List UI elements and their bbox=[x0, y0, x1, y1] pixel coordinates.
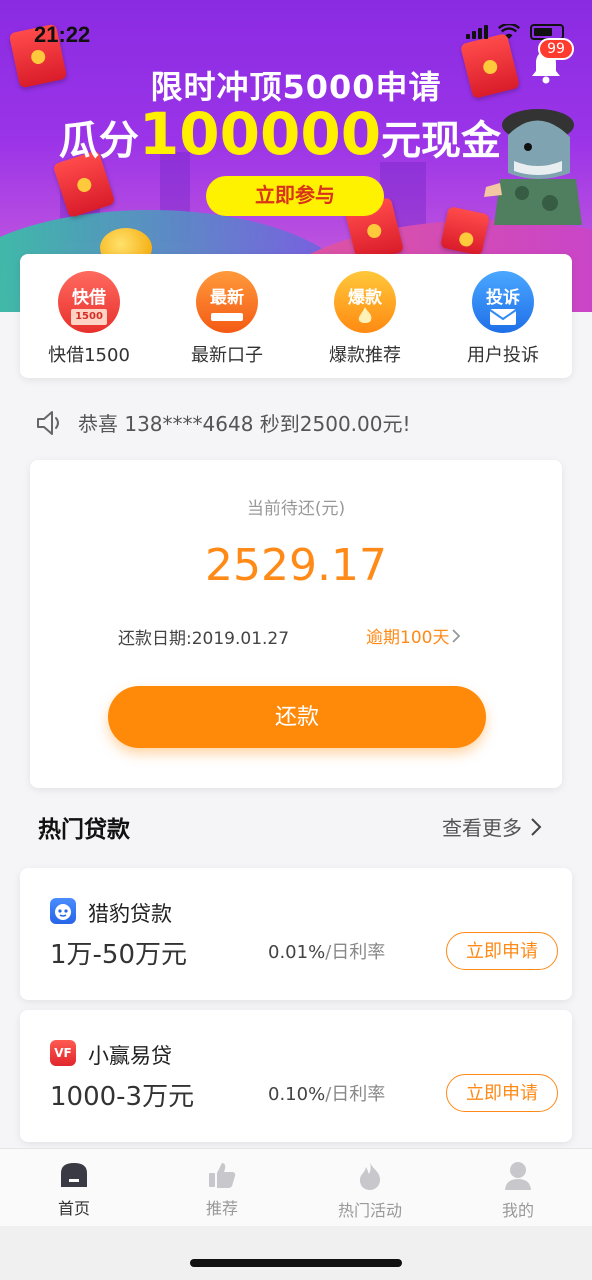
tab-home[interactable]: 首页 bbox=[0, 1149, 148, 1226]
banner-prefix: 瓜分 bbox=[58, 118, 139, 164]
banner-amount: 100000 bbox=[138, 100, 382, 168]
signal-icon bbox=[466, 25, 488, 39]
overdue-link[interactable]: 逾期100天 bbox=[366, 623, 461, 648]
tab-label: 热门活动 bbox=[337, 1201, 402, 1220]
tab-profile[interactable]: 我的 bbox=[444, 1149, 592, 1226]
tab-label: 我的 bbox=[501, 1201, 534, 1220]
loan-rate-value: 0.01% bbox=[268, 942, 326, 963]
loan-card[interactable]: VF 小赢易贷 1000-3万元 0.10%/日利率 立即申请 bbox=[20, 1010, 572, 1142]
notice-text: 恭喜 138****4648 秒到2500.00元! bbox=[78, 412, 411, 436]
loan-rate-value: 0.10% bbox=[268, 1084, 326, 1105]
loan-name: 小赢易贷 bbox=[88, 1044, 172, 1068]
loan-range: 1万-50万元 bbox=[50, 940, 188, 970]
repayment-date: 还款日期:2019.01.27 bbox=[118, 629, 290, 649]
home-icon bbox=[61, 1163, 87, 1187]
chevron-right-icon bbox=[452, 628, 461, 643]
repay-button[interactable]: 还款 bbox=[108, 686, 486, 748]
tab-hot-events[interactable]: 热门活动 bbox=[296, 1149, 444, 1226]
home-indicator[interactable] bbox=[190, 1259, 402, 1267]
home-indicator-area bbox=[0, 1226, 592, 1280]
apply-now-button[interactable]: 立即申请 bbox=[446, 932, 558, 970]
speaker-icon bbox=[37, 410, 59, 435]
quick-item-label: 最新口子 bbox=[191, 345, 263, 366]
status-time: 21:22 bbox=[34, 22, 91, 47]
tab-recommend[interactable]: 推荐 bbox=[148, 1149, 296, 1226]
loan-range: 1000-3万元 bbox=[50, 1082, 195, 1112]
repayment-card: 当前待还(元) 2529.17 还款日期:2019.01.27 逾期100天 还… bbox=[30, 460, 562, 788]
wifi-icon bbox=[498, 24, 520, 39]
hot-fire-icon: 爆款 bbox=[334, 271, 396, 333]
loan-rate: 0.01%/日利率 bbox=[268, 938, 385, 964]
quick-item-kuaijie[interactable]: 快借 1500 快借1500 bbox=[24, 271, 154, 367]
chevron-right-icon bbox=[531, 817, 542, 836]
quick-item-label: 用户投诉 bbox=[467, 345, 539, 366]
flame-icon bbox=[360, 1162, 381, 1190]
cheetah-logo-icon bbox=[50, 898, 76, 924]
view-more-link[interactable]: 查看更多 bbox=[442, 812, 542, 841]
quick-item-baokuan[interactable]: 爆款 爆款推荐 bbox=[300, 271, 430, 367]
apply-now-button[interactable]: 立即申请 bbox=[446, 1074, 558, 1112]
overdue-text: 逾期100天 bbox=[366, 628, 450, 648]
pending-repayment-amount: 2529.17 bbox=[205, 540, 387, 591]
new-tray-icon: 最新 bbox=[196, 271, 258, 333]
section-title: 热门贷款 bbox=[38, 817, 130, 843]
loan-card[interactable]: 猎豹贷款 1万-50万元 0.01%/日利率 立即申请 bbox=[20, 868, 572, 1000]
user-icon bbox=[505, 1162, 531, 1190]
tab-bar: 首页 推荐 热门活动 我的 bbox=[0, 1148, 592, 1226]
tab-label: 首页 bbox=[57, 1199, 90, 1218]
quick-item-tousu[interactable]: 投诉 用户投诉 bbox=[438, 271, 568, 367]
quick-item-zuixin[interactable]: 最新 最新口子 bbox=[162, 271, 292, 367]
quick-item-label: 快借1500 bbox=[48, 345, 130, 366]
loan-rate: 0.10%/日利率 bbox=[268, 1080, 385, 1106]
quick-item-label: 爆款推荐 bbox=[329, 345, 401, 366]
join-now-button[interactable]: 立即参与 bbox=[206, 176, 384, 216]
shark-mascot-icon bbox=[484, 109, 582, 225]
loan-rate-unit: /日利率 bbox=[325, 1084, 386, 1105]
tab-label: 推荐 bbox=[205, 1199, 238, 1218]
complaint-mail-icon: 投诉 bbox=[472, 271, 534, 333]
notice-bar: 恭喜 138****4648 秒到2500.00元! bbox=[36, 408, 411, 437]
notification-badge: 99 bbox=[538, 38, 574, 60]
pending-repayment-label: 当前待还(元) bbox=[246, 499, 346, 519]
vf-logo-icon: VF bbox=[50, 1040, 76, 1066]
quick-loan-icon: 快借 1500 bbox=[58, 271, 120, 333]
banner-subheadline: 瓜分100000元现金 bbox=[0, 100, 560, 168]
loan-name: 猎豹贷款 bbox=[88, 902, 172, 926]
quick-menu: 快借 1500 快借1500 最新 最新口子 爆款 爆款推荐 投诉 用户投诉 bbox=[20, 254, 572, 378]
loan-rate-unit: /日利率 bbox=[325, 942, 386, 963]
view-more-text: 查看更多 bbox=[442, 816, 522, 840]
thumbs-up-icon bbox=[209, 1163, 236, 1188]
